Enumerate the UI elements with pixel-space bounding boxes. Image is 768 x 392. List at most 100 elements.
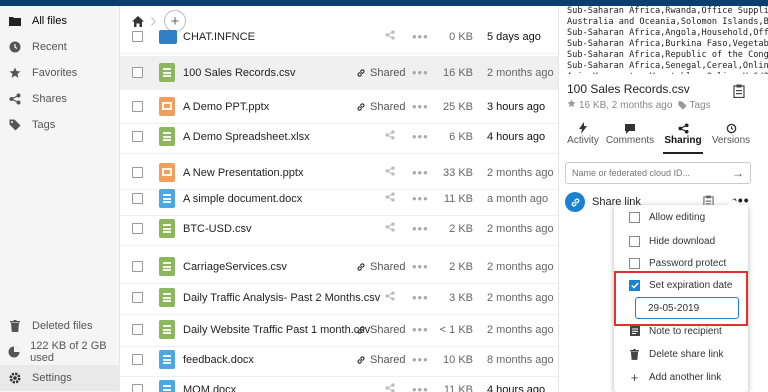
star-icon[interactable] (567, 99, 576, 111)
row-checkbox[interactable] (132, 223, 143, 234)
share-icon[interactable] (385, 166, 395, 179)
file-row[interactable]: Daily Website Traffic Past 1 month.csv Sh… (120, 313, 558, 347)
file-modified-date: 2 months ago (487, 222, 554, 235)
password-protect-checkbox[interactable] (629, 257, 640, 269)
file-row[interactable]: feedback.docx Shared ••• 10 KB 8 months ago (120, 343, 558, 377)
shared-status-button[interactable]: Shared (356, 101, 405, 113)
share-icon[interactable] (385, 130, 395, 143)
row-checkbox[interactable] (132, 354, 143, 365)
shared-label: Shared (370, 353, 406, 366)
row-more-actions-button[interactable]: ••• (412, 99, 429, 114)
row-checkbox[interactable] (132, 67, 143, 78)
link-icon (565, 192, 585, 212)
sidebar-item-recent[interactable]: Recent (0, 34, 120, 60)
share-with-input[interactable] (572, 168, 732, 178)
file-name[interactable]: A New Presentation.pptx (183, 167, 303, 179)
sidebar-item-label: Recent (32, 41, 67, 53)
menu-item-label: Note to recipient (649, 325, 722, 337)
file-name[interactable]: 100 Sales Records.csv (183, 67, 296, 79)
shared-status-button[interactable]: Shared (356, 324, 405, 336)
file-preview: Sub-Saharan Africa,Rwanda,Office Supplie… (567, 6, 768, 74)
row-more-actions-button[interactable]: ••• (412, 382, 429, 392)
row-more-actions-button[interactable]: ••• (412, 352, 429, 367)
clock-icon (8, 40, 22, 54)
shared-status-button[interactable]: Shared (356, 261, 405, 273)
sidebar-item-deleted-files[interactable]: Deleted files (0, 313, 120, 339)
sidebar-item-settings[interactable]: Settings (0, 365, 120, 391)
row-more-actions-button[interactable]: ••• (412, 165, 429, 180)
row-checkbox[interactable] (132, 131, 143, 142)
file-name[interactable]: A Demo PPT.pptx (183, 101, 269, 113)
row-more-actions-button[interactable]: ••• (412, 191, 429, 206)
preview-line: Asia,Kyrgyzstan,Vegetables,Online,H,6/24… (567, 72, 768, 74)
share-icon[interactable] (385, 30, 395, 43)
doc-file-icon (159, 189, 175, 208)
folder-icon (8, 14, 22, 28)
file-name[interactable]: BTC-USD.csv (183, 223, 251, 235)
share-icon (677, 121, 689, 135)
share-icon[interactable] (385, 291, 395, 304)
row-checkbox[interactable] (132, 261, 143, 272)
tags-button[interactable]: Tags (678, 100, 711, 111)
row-more-actions-button[interactable]: ••• (412, 221, 429, 236)
sidebar-item-favorites[interactable]: Favorites (0, 60, 120, 86)
menu-item-allow-editing[interactable]: Allow editing (614, 205, 748, 229)
file-name[interactable]: MOM.docx (183, 384, 236, 392)
row-checkbox[interactable] (132, 167, 143, 178)
tab-comments[interactable]: Comments (605, 118, 655, 154)
sidebar-item-tags[interactable]: Tags (0, 112, 120, 138)
sidebar-item-shares[interactable]: Shares (0, 86, 120, 112)
menu-item-hide-download[interactable]: Hide download (614, 229, 748, 253)
row-checkbox[interactable] (132, 292, 143, 303)
row-more-actions-button[interactable]: ••• (412, 322, 429, 337)
row-more-actions-button[interactable]: ••• (412, 29, 429, 44)
row-checkbox[interactable] (132, 101, 143, 112)
file-name[interactable]: A Demo Spreadsheet.xlsx (183, 131, 310, 143)
sidebar-item-all-files[interactable]: All files (0, 8, 120, 34)
menu-item-add-another-link[interactable]: + Add another link (614, 365, 748, 389)
shared-status-button[interactable]: Shared (356, 354, 405, 366)
tab-versions[interactable]: Versions (709, 118, 753, 154)
tab-sharing[interactable]: Sharing (663, 118, 703, 154)
row-checkbox[interactable] (132, 384, 143, 392)
file-name[interactable]: feedback.docx (183, 354, 254, 366)
menu-item-delete-share-link[interactable]: Delete share link (614, 342, 748, 366)
file-name[interactable]: A simple document.docx (183, 193, 302, 205)
file-row[interactable]: CHAT.INFNCE ••• 0 KB 5 days ago (120, 20, 558, 54)
row-more-actions-button[interactable]: ••• (412, 259, 429, 274)
file-row[interactable]: A Demo Spreadsheet.xlsx ••• 6 KB 4 hours ag… (120, 120, 558, 154)
pie-chart-icon (8, 345, 20, 359)
file-row[interactable]: A Demo PPT.pptx Shared ••• 25 KB 3 hours ago (120, 90, 558, 124)
file-name[interactable]: CHAT.INFNCE (183, 31, 255, 43)
file-name[interactable]: CarriageServices.csv (183, 261, 287, 273)
trash-icon (629, 348, 640, 360)
row-checkbox[interactable] (132, 193, 143, 204)
file-row[interactable]: BTC-USD.csv ••• 2 KB 2 months ago (120, 212, 558, 246)
share-icon[interactable] (385, 222, 395, 235)
file-row[interactable]: Daily Traffic Analysis- Past 2 Months.cs… (120, 281, 558, 315)
sidebar-quota[interactable]: 122 KB of 2 GB used (0, 339, 120, 365)
row-checkbox[interactable] (132, 31, 143, 42)
share-icon[interactable] (385, 383, 395, 392)
file-name[interactable]: Daily Website Traffic Past 1 month.csv (183, 324, 370, 336)
tab-activity[interactable]: Activity (567, 118, 599, 154)
file-size: < 1 KB (439, 323, 473, 336)
file-row[interactable]: A simple document.docx ••• 11 KB a month ag… (120, 182, 558, 216)
file-row[interactable]: MOM.docx ••• 11 KB 4 hours ago (120, 373, 558, 392)
file-name[interactable]: Daily Traffic Analysis- Past 2 Months.cs… (183, 292, 380, 304)
file-row[interactable]: 100 Sales Records.csv Shared ••• 16 KB 2 mon… (120, 56, 558, 90)
share-icon[interactable] (385, 192, 395, 205)
file-row[interactable]: CarriageServices.csv Shared ••• 2 KB 2 month… (120, 250, 558, 284)
row-more-actions-button[interactable]: ••• (412, 129, 429, 144)
allow-editing-checkbox[interactable] (629, 211, 640, 223)
trash-icon (8, 319, 22, 333)
hide-download-checkbox[interactable] (629, 235, 640, 247)
slide-file-icon (159, 97, 175, 116)
row-more-actions-button[interactable]: ••• (412, 65, 429, 80)
row-checkbox[interactable] (132, 324, 143, 335)
arrow-right-icon[interactable]: → (732, 166, 744, 180)
clipboard-icon[interactable] (733, 84, 745, 99)
row-more-actions-button[interactable]: ••• (412, 290, 429, 305)
shared-status-button[interactable]: Shared (356, 67, 405, 79)
sheet-file-icon (159, 63, 175, 82)
